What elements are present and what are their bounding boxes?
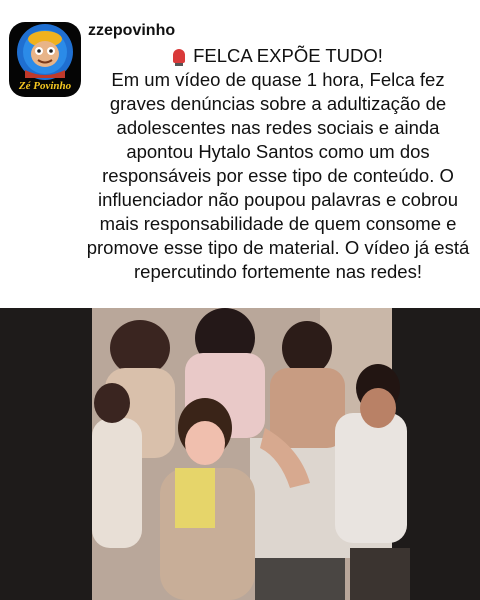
caption-body: Em um vídeo de quase 1 hora, Felca fez g… [86,69,470,282]
profile-avatar[interactable]: Zé Povinho [9,22,81,97]
username[interactable]: zzepovinho [88,22,175,40]
post-header: Zé Povinho zzepovinho FELCA EXPÕE TUDO! … [0,0,480,308]
avatar-brand-text: Zé Povinho [18,80,72,92]
siren-icon [173,49,186,66]
cartoon-man-avatar-icon: Zé Povinho [17,24,73,92]
caption-headline: FELCA EXPÕE TUDO! [82,44,474,68]
headline-text: FELCA EXPÕE TUDO! [193,45,383,66]
video-player[interactable] [0,308,480,600]
post-caption: FELCA EXPÕE TUDO! Em um vídeo de quase 1… [82,44,474,284]
video-frame-image [0,308,480,600]
